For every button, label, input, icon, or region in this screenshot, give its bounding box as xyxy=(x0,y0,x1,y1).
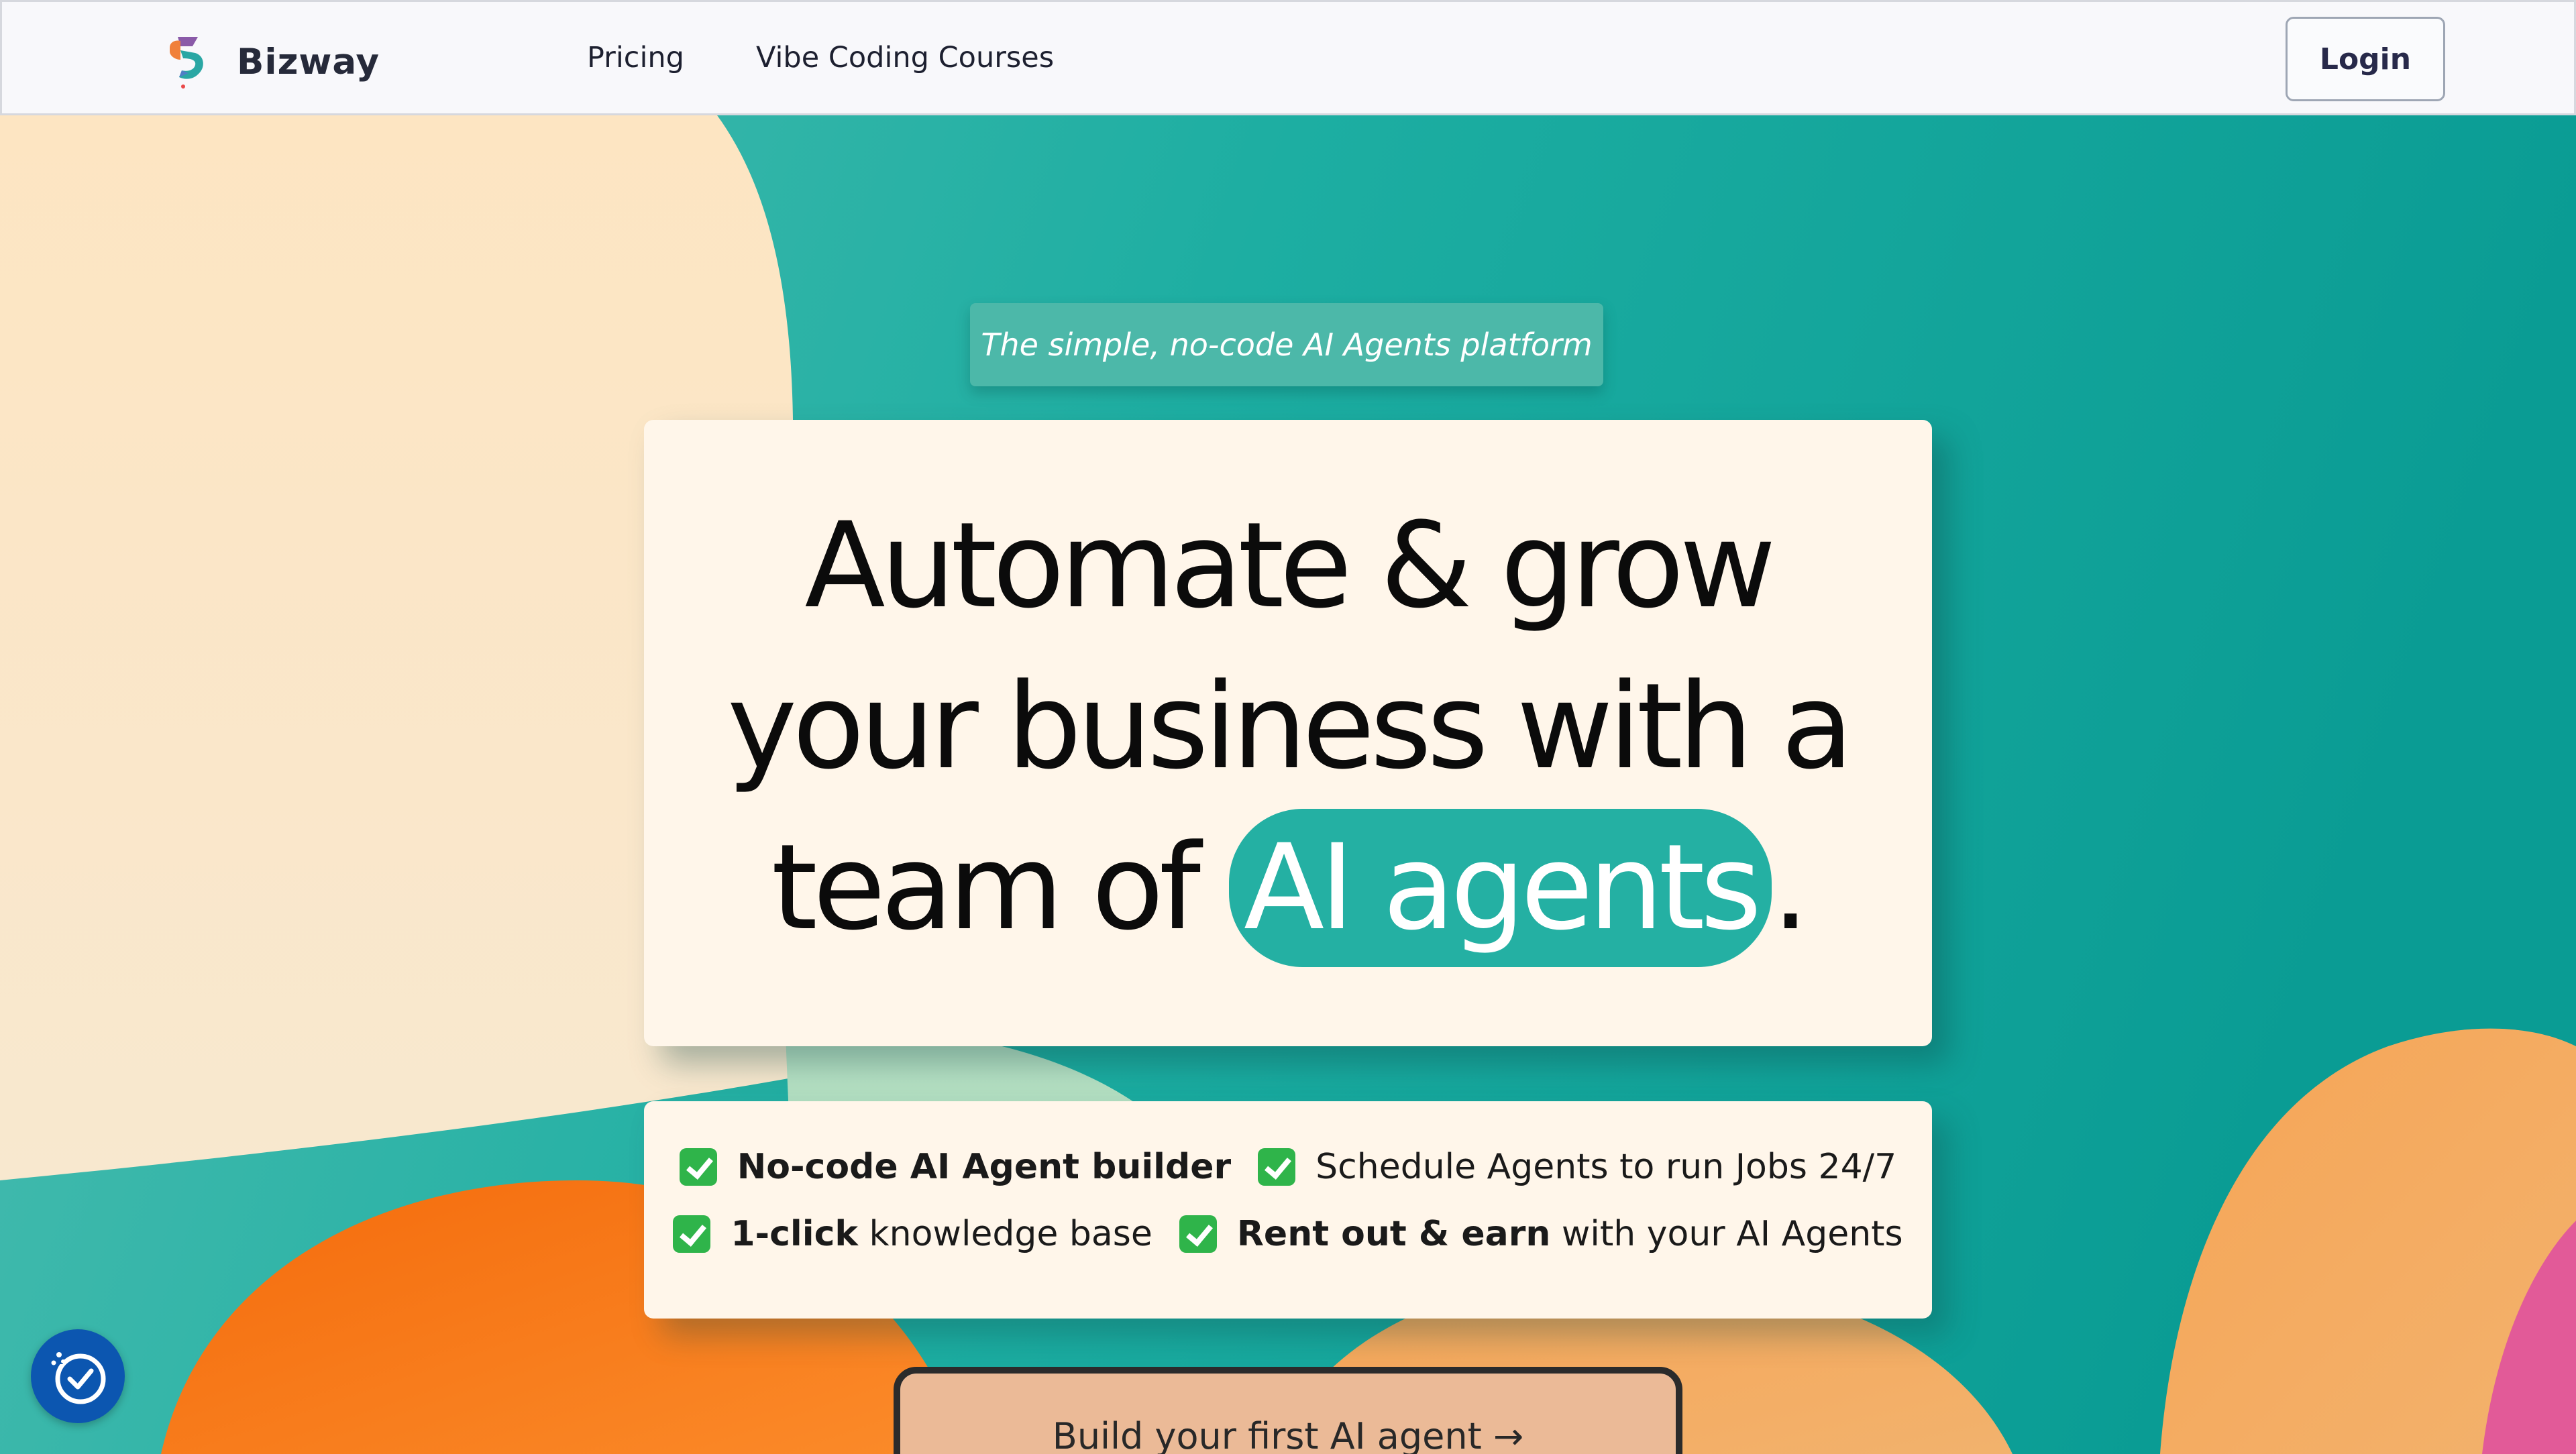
feature-bold-text: Rent out & earn xyxy=(1236,1214,1551,1254)
landing-page: Bizway Pricing Vibe Coding Courses Login… xyxy=(0,0,2576,1454)
hero-title-highlight: AI agents xyxy=(1228,809,1772,967)
hero-title: Automate & grow your business with a tea… xyxy=(644,486,1932,968)
build-agent-cta-button[interactable]: Build your first AI agent → xyxy=(894,1367,1682,1454)
brand-name: Bizway xyxy=(237,41,380,82)
checkmark-icon xyxy=(679,1148,717,1186)
accessibility-widget-button[interactable] xyxy=(31,1329,125,1423)
checkmark-icon xyxy=(1258,1148,1296,1186)
features-card: No-code AI Agent builder Schedule Agents… xyxy=(644,1101,1932,1319)
feature-text: Schedule Agents to run Jobs 24/7 xyxy=(1316,1147,1897,1187)
nav-link-pricing[interactable]: Pricing xyxy=(587,41,684,74)
hero-title-line-2: your business with a xyxy=(727,658,1854,795)
feature-bold-text: 1-click xyxy=(731,1214,858,1254)
feature-item-rent-out: Rent out & earn with your AI Agents xyxy=(1179,1214,1903,1254)
feature-row: 1-click knowledge base Rent out & earn w… xyxy=(644,1214,1932,1254)
checkmark-icon xyxy=(1179,1215,1217,1253)
checkmark-icon xyxy=(673,1215,711,1253)
hero-title-line-1: Automate & grow xyxy=(804,497,1776,634)
feature-row: No-code AI Agent builder Schedule Agents… xyxy=(644,1147,1932,1187)
hero-title-suffix: . xyxy=(1772,819,1809,956)
brand-home-link[interactable]: Bizway xyxy=(166,33,380,91)
hero-card: Automate & grow your business with a tea… xyxy=(644,420,1932,1046)
hero-title-line-3: team of AI agents. xyxy=(644,807,1932,968)
feature-item-schedule-agents: Schedule Agents to run Jobs 24/7 xyxy=(1258,1147,1896,1187)
login-button[interactable]: Login xyxy=(2286,17,2445,101)
feature-item-knowledge-base: 1-click knowledge base xyxy=(673,1214,1152,1254)
hero-tagline: The simple, no-code AI Agents platform xyxy=(970,303,1603,386)
bizway-logo-icon xyxy=(170,37,203,89)
feature-item-no-code-builder: No-code AI Agent builder xyxy=(679,1147,1232,1187)
feature-bold-text: No-code AI Agent builder xyxy=(737,1147,1232,1187)
accessibility-icon xyxy=(51,1352,106,1404)
feature-text: with your AI Agents xyxy=(1550,1214,1903,1254)
top-navbar: Bizway Pricing Vibe Coding Courses Login xyxy=(0,0,2576,115)
feature-text: knowledge base xyxy=(858,1214,1152,1254)
hero-title-prefix: team of xyxy=(771,819,1229,956)
nav-link-vibe-coding-courses[interactable]: Vibe Coding Courses xyxy=(756,41,1054,74)
